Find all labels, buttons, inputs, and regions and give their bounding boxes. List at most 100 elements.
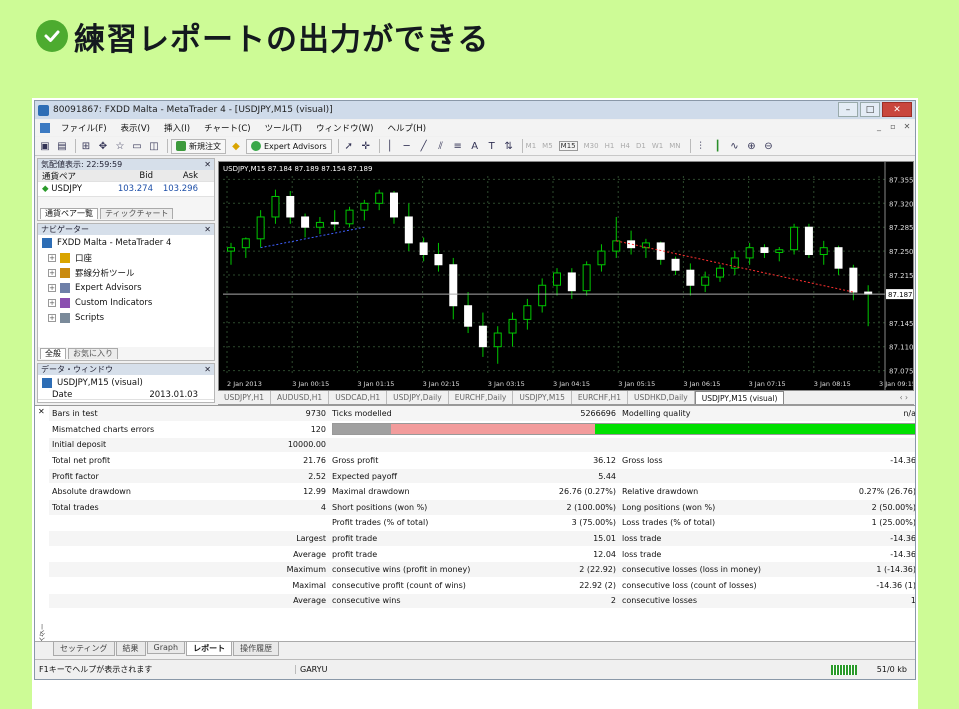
- candle-body[interactable]: [775, 249, 784, 253]
- nav-root[interactable]: FXDD Malta - MetaTrader 4: [38, 235, 214, 250]
- expand-icon[interactable]: +: [48, 253, 56, 262]
- mdi-restore-icon[interactable]: ▫: [888, 122, 898, 132]
- candle-body[interactable]: [315, 221, 324, 228]
- tab-symbols[interactable]: 通貨ペア一覧: [40, 208, 98, 219]
- close-icon[interactable]: ✕: [204, 159, 211, 170]
- tab-scroll-icon[interactable]: ‹ ›: [900, 393, 914, 402]
- candle-body[interactable]: [804, 226, 813, 256]
- candle-body[interactable]: [834, 247, 843, 269]
- candle-body[interactable]: [760, 247, 769, 253]
- timeframe-h4[interactable]: H4: [620, 142, 630, 150]
- tab-tick-chart[interactable]: ティックチャート: [100, 208, 174, 219]
- label-icon[interactable]: T: [485, 139, 499, 153]
- nav-item-scripts[interactable]: + Scripts: [38, 310, 214, 325]
- trendline-icon[interactable]: ╱: [417, 139, 431, 153]
- nav-item-accounts[interactable]: + 口座: [38, 250, 214, 265]
- tab-graph[interactable]: Graph: [146, 642, 186, 654]
- candle-body[interactable]: [567, 272, 576, 292]
- chart-canvas[interactable]: 87.355 87.320 87.285 87.250 87.215 87.145 87.1…: [219, 162, 915, 390]
- metaeditor-icon[interactable]: ◆: [229, 139, 243, 153]
- candle-body[interactable]: [508, 318, 517, 334]
- zoom-in-icon[interactable]: ⊕: [745, 139, 759, 153]
- tab-report[interactable]: レポート: [186, 642, 233, 656]
- close-icon[interactable]: ✕: [38, 407, 45, 416]
- candle-body[interactable]: [434, 254, 443, 266]
- tab-favorites[interactable]: お気に入り: [68, 348, 118, 359]
- chart-tab[interactable]: USDJPY,M15: [513, 391, 572, 404]
- candle-body[interactable]: [553, 272, 561, 286]
- chart-tab[interactable]: EURCHF,H1: [572, 391, 628, 404]
- text-icon[interactable]: A: [468, 139, 482, 153]
- chart-tab[interactable]: USDJPY,Daily: [387, 391, 449, 404]
- chart-tab-active[interactable]: USDJPY,M15 (visual): [694, 391, 785, 404]
- close-icon[interactable]: ✕: [204, 364, 211, 375]
- vertical-line-icon[interactable]: │: [383, 139, 397, 153]
- tab-journal[interactable]: 操作履歴: [233, 642, 280, 656]
- close-button[interactable]: ✕: [882, 102, 912, 117]
- candle-body[interactable]: [493, 332, 502, 348]
- expand-icon[interactable]: +: [48, 313, 56, 322]
- tab-settings[interactable]: セッティング: [53, 642, 115, 656]
- chart-tab[interactable]: AUDUSD,H1: [271, 391, 330, 404]
- profiles-icon[interactable]: ▤: [55, 139, 69, 153]
- timeframe-m30[interactable]: M30: [584, 142, 599, 150]
- candle-body[interactable]: [449, 264, 458, 307]
- candle-body[interactable]: [404, 216, 413, 244]
- candle-body[interactable]: [390, 192, 398, 218]
- candle-body[interactable]: [790, 226, 799, 251]
- navigator-icon[interactable]: ☆: [113, 139, 127, 153]
- crosshair-icon[interactable]: ✛: [359, 139, 373, 153]
- timeframe-mn[interactable]: MN: [669, 142, 680, 150]
- menu-help[interactable]: ヘルプ(H): [380, 122, 433, 134]
- chart-tab[interactable]: USDCAD,H1: [329, 391, 388, 404]
- candle-body[interactable]: [360, 202, 369, 211]
- candle-body[interactable]: [345, 209, 354, 225]
- timeframe-m1[interactable]: M1: [526, 142, 537, 150]
- menu-view[interactable]: 表示(V): [114, 122, 157, 134]
- cursor-icon[interactable]: ➚: [342, 139, 356, 153]
- menu-window[interactable]: ウィンドウ(W): [309, 122, 381, 134]
- candlestick-icon[interactable]: ┃: [711, 139, 725, 153]
- timeframe-m15[interactable]: M15: [558, 141, 578, 151]
- candle-body[interactable]: [686, 269, 695, 286]
- candle-body[interactable]: [330, 221, 339, 225]
- chart-tab[interactable]: USDJPY,H1: [218, 391, 271, 404]
- timeframe-w1[interactable]: W1: [652, 142, 663, 150]
- chart-tab[interactable]: USDHKD,Daily: [628, 391, 695, 404]
- mw-row-usdjpy[interactable]: ◆ USDJPY 103.274 103.296: [38, 182, 214, 197]
- candle-body[interactable]: [227, 247, 235, 252]
- chart-tab[interactable]: EURCHF,Daily: [449, 391, 514, 404]
- candle-body[interactable]: [271, 195, 280, 218]
- nav-item-expert-advisors[interactable]: + Expert Advisors: [38, 280, 214, 295]
- candle-body[interactable]: [745, 247, 754, 259]
- menu-chart[interactable]: チャート(C): [197, 122, 257, 134]
- candle-body[interactable]: [478, 325, 487, 348]
- candle-body[interactable]: [286, 195, 295, 218]
- menu-tools[interactable]: ツール(T): [258, 122, 309, 134]
- candle-body[interactable]: [671, 258, 680, 271]
- expert-advisors-button[interactable]: Expert Advisors: [246, 138, 332, 154]
- new-order-button[interactable]: 新規注文: [171, 138, 226, 154]
- candle-body[interactable]: [375, 192, 384, 204]
- candle-body[interactable]: [464, 305, 473, 327]
- candle-body[interactable]: [523, 305, 532, 320]
- candle-body[interactable]: [849, 267, 858, 293]
- candle-body[interactable]: [419, 242, 428, 256]
- price-chart[interactable]: 87.355 87.320 87.285 87.250 87.215 87.145 87.1…: [218, 161, 915, 391]
- maximize-button[interactable]: □: [860, 102, 880, 117]
- tab-general[interactable]: 全般: [40, 348, 66, 359]
- timeframe-d1[interactable]: D1: [636, 142, 646, 150]
- candle-body[interactable]: [716, 267, 724, 278]
- horizontal-line-icon[interactable]: ─: [400, 139, 414, 153]
- candle-body[interactable]: [582, 264, 591, 292]
- timeframe-h1[interactable]: H1: [605, 142, 615, 150]
- bar-chart-icon[interactable]: ⫶: [694, 139, 708, 153]
- new-chart-icon[interactable]: ▣: [38, 139, 52, 153]
- close-icon[interactable]: ✕: [204, 224, 211, 235]
- candle-body[interactable]: [256, 216, 265, 240]
- candle-body[interactable]: [301, 216, 310, 228]
- candle-body[interactable]: [819, 247, 828, 256]
- minimize-button[interactable]: –: [838, 102, 858, 117]
- channel-icon[interactable]: ⫽: [434, 139, 448, 153]
- zoom-out-icon[interactable]: ⊖: [762, 139, 776, 153]
